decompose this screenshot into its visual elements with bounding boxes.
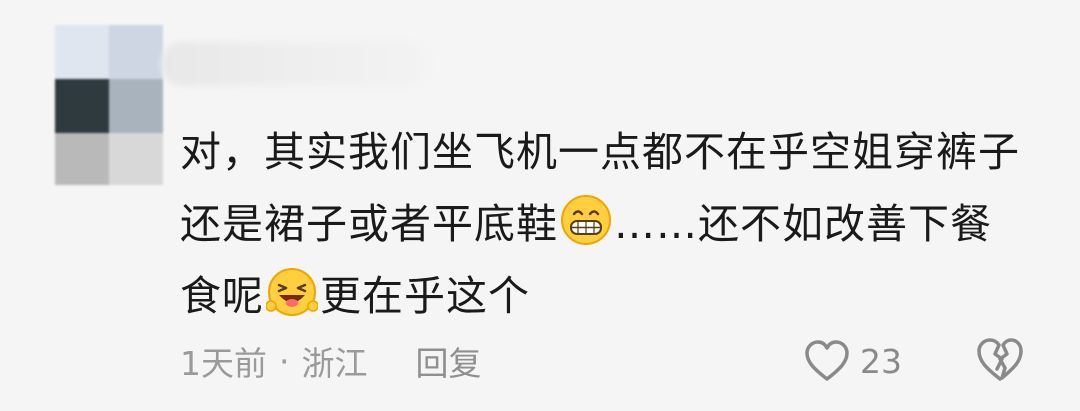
- comment-text-part3: 更在乎这个: [320, 272, 530, 320]
- comment-text[interactable]: 对，其实我们坐飞机一点都不在乎空姐穿裤子还是裙子或者平底鞋 ……还不如改善下餐食…: [180, 116, 1020, 332]
- avatar[interactable]: [55, 25, 163, 185]
- avatar-pixel: [109, 79, 163, 133]
- heart-outline-icon: [805, 340, 849, 381]
- username-blurred[interactable]: [160, 42, 430, 86]
- avatar-pixel: [109, 25, 163, 79]
- like-count: 23: [860, 341, 902, 381]
- avatar-pixel: [55, 133, 109, 185]
- dislike-button[interactable]: [974, 336, 1026, 386]
- comment-location: 浙江: [301, 344, 368, 383]
- winking-face-tongue-emoji: [266, 268, 318, 316]
- broken-heart-icon: [977, 338, 1023, 381]
- avatar-pixel: [55, 79, 109, 133]
- reply-button[interactable]: 回复: [416, 337, 482, 385]
- meta-separator: ·: [279, 341, 290, 381]
- like-button[interactable]: 23: [804, 336, 902, 386]
- comment-meta: 1天前 · 浙江 回复: [180, 336, 482, 386]
- comment-time: 1天前: [180, 344, 267, 383]
- grinning-face-emoji: [561, 195, 611, 245]
- avatar-pixel: [55, 25, 109, 79]
- comment-item: 对，其实我们坐飞机一点都不在乎空姐穿裤子还是裙子或者平底鞋 ……还不如改善下餐食…: [0, 0, 1080, 411]
- avatar-pixel: [109, 133, 163, 185]
